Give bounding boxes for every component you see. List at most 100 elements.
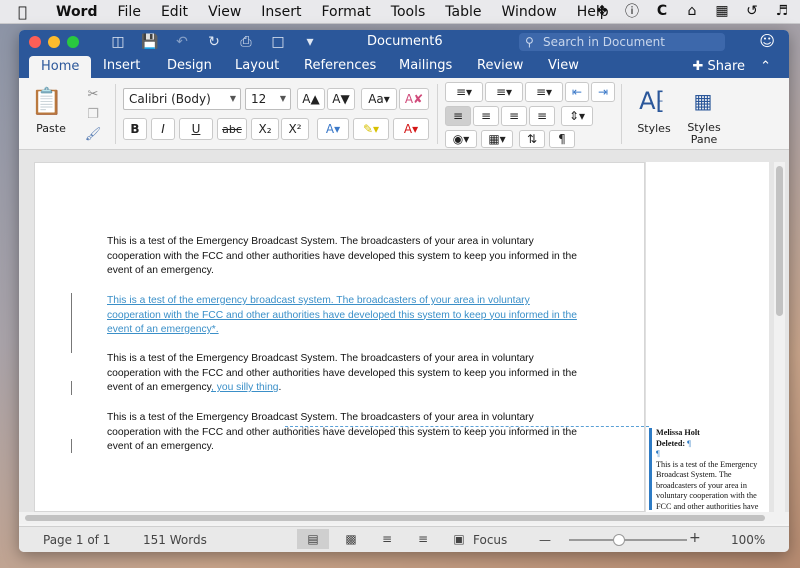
search-placeholder: Search in Document xyxy=(543,35,665,49)
time-machine-icon[interactable]: ↺ xyxy=(742,2,762,20)
menu-table[interactable]: Table xyxy=(445,4,481,20)
volume-icon[interactable]: ♬ xyxy=(772,2,792,20)
decrease-font-size-icon[interactable]: A▼ xyxy=(327,88,355,110)
paragraph-3-text: This is a test of the Emergency Broadcas… xyxy=(107,353,577,393)
highlight-color-icon[interactable]: ✎▾ xyxy=(353,118,389,140)
vertical-scrollbar[interactable] xyxy=(774,162,785,512)
align-right-icon[interactable]: ≡ xyxy=(501,106,527,126)
pilcrow-mark: ¶ xyxy=(656,449,660,458)
tab-references[interactable]: References xyxy=(304,58,376,78)
paragraph-3: This is a test of the Emergency Broadcas… xyxy=(107,352,577,396)
menu-tools[interactable]: Tools xyxy=(391,4,426,20)
styles-gallery-button[interactable]: A⁅ xyxy=(631,84,673,118)
cut-icon[interactable]: ✂ xyxy=(83,84,103,104)
change-case-icon[interactable]: Aa▾ xyxy=(361,88,397,110)
show-formatting-button[interactable]: ¶ xyxy=(549,130,575,148)
tab-home[interactable]: Home xyxy=(29,56,92,78)
web-layout-view-icon[interactable]: ▩ xyxy=(335,529,367,549)
menu-insert[interactable]: Insert xyxy=(261,4,301,20)
sidebar-toggle-icon[interactable]: ◫ xyxy=(109,34,127,50)
page-count[interactable]: Page 1 of 1 xyxy=(43,533,110,547)
print-icon[interactable]: ⎙ xyxy=(237,34,255,50)
subscript-button[interactable]: X₂ xyxy=(251,118,279,140)
horizontal-scrollbar[interactable] xyxy=(19,512,789,524)
underline-button[interactable]: U xyxy=(179,118,213,140)
strikethrough-button[interactable]: abc xyxy=(217,118,247,140)
menu-view[interactable]: View xyxy=(208,4,241,20)
share-button[interactable]: ✚ Share xyxy=(692,59,745,74)
menu-file[interactable]: File xyxy=(118,4,141,20)
tab-design[interactable]: Design xyxy=(167,58,212,78)
dropbox-icon[interactable]: ❖ xyxy=(592,2,612,20)
zoom-slider-knob[interactable] xyxy=(613,534,625,546)
justify-icon[interactable]: ≡ xyxy=(529,106,555,126)
feedback-smiley-icon[interactable]: ☺ xyxy=(759,32,775,50)
undo-icon[interactable]: ↶ xyxy=(173,34,191,50)
bold-button[interactable]: B xyxy=(123,118,147,140)
font-name-select[interactable]: Calibri (Body) ▼ xyxy=(123,88,241,110)
minimize-window-button[interactable] xyxy=(48,36,60,48)
increase-indent-icon[interactable]: ⇥ xyxy=(591,82,615,102)
new-document-icon[interactable]: □ xyxy=(269,34,287,50)
font-size-select[interactable]: 12 ▼ xyxy=(245,88,291,110)
decrease-indent-icon[interactable]: ⇤ xyxy=(565,82,589,102)
window-controls xyxy=(29,36,79,48)
home-icon[interactable]: ⌂ xyxy=(682,2,702,20)
document-page[interactable]: This is a test of the Emergency Broadcas… xyxy=(34,162,645,512)
collapse-ribbon-icon[interactable]: ⌃ xyxy=(760,59,771,74)
line-spacing-icon[interactable]: ⇕▾ xyxy=(561,106,593,126)
tab-mailings[interactable]: Mailings xyxy=(399,58,452,78)
tab-review[interactable]: Review xyxy=(477,58,523,78)
menu-format[interactable]: Format xyxy=(321,4,370,20)
format-painter-icon[interactable]: 🖌 xyxy=(83,124,103,144)
save-icon[interactable]: 💾 xyxy=(141,34,159,50)
vertical-scroll-thumb[interactable] xyxy=(776,166,783,316)
tab-layout[interactable]: Layout xyxy=(235,58,279,78)
tab-insert[interactable]: Insert xyxy=(103,58,140,78)
calendar-icon[interactable]: ▦ xyxy=(712,2,732,20)
print-layout-view-icon[interactable]: ▤ xyxy=(297,529,329,549)
superscript-button[interactable]: X² xyxy=(281,118,309,140)
styles-pane-button[interactable]: ▦ xyxy=(687,84,719,118)
tab-view[interactable]: View xyxy=(548,58,579,78)
zoom-in-button[interactable]: + xyxy=(689,530,701,546)
document-title: Document6 xyxy=(367,34,443,49)
bullets-icon[interactable]: ≡▾ xyxy=(445,82,483,102)
shading-icon[interactable]: ◉▾ xyxy=(445,130,477,148)
close-window-button[interactable] xyxy=(29,36,41,48)
draft-view-icon[interactable]: ≡ xyxy=(407,529,439,549)
zoom-level[interactable]: 100% xyxy=(731,533,765,547)
text-effects-icon[interactable]: A▾ xyxy=(317,118,349,140)
zoom-slider[interactable] xyxy=(569,539,687,541)
ccleaner-icon[interactable]: C xyxy=(652,2,672,20)
apple-menu-icon[interactable]:  xyxy=(18,3,40,21)
font-color-icon[interactable]: A▾ xyxy=(393,118,429,140)
onepassword-icon[interactable]: ⓘ xyxy=(622,2,642,20)
clear-formatting-icon[interactable]: A✘ xyxy=(399,88,429,110)
search-in-document-input[interactable]: ⚲ Search in Document xyxy=(519,33,725,51)
align-left-icon[interactable]: ≡ xyxy=(445,106,471,126)
zoom-out-button[interactable]: — xyxy=(539,533,551,547)
numbering-icon[interactable]: ≡▾ xyxy=(485,82,523,102)
redo-icon[interactable]: ↻ xyxy=(205,34,223,50)
menu-word[interactable]: Word xyxy=(56,4,98,20)
align-center-icon[interactable]: ≡ xyxy=(473,106,499,126)
sort-icon[interactable]: ⇅ xyxy=(519,130,545,148)
multilevel-list-icon[interactable]: ≡▾ xyxy=(525,82,563,102)
increase-font-size-icon[interactable]: A▲ xyxy=(297,88,325,110)
focus-button[interactable]: Focus xyxy=(473,533,507,547)
zoom-window-button[interactable] xyxy=(67,36,79,48)
paste-button[interactable]: 📋 xyxy=(27,84,67,120)
menu-edit[interactable]: Edit xyxy=(161,4,188,20)
outline-view-icon[interactable]: ≡ xyxy=(371,529,403,549)
focus-icon[interactable]: ▣ xyxy=(443,529,475,549)
change-bar xyxy=(71,293,72,353)
word-count[interactable]: 151 Words xyxy=(143,533,207,547)
customize-toolbar-icon[interactable]: ▾ xyxy=(301,34,319,50)
borders-icon[interactable]: ▦▾ xyxy=(481,130,513,148)
revision-balloon[interactable]: Melissa Holt Deleted: ¶ ¶ This is a test… xyxy=(649,428,769,510)
menu-window[interactable]: Window xyxy=(502,4,557,20)
italic-button[interactable]: I xyxy=(151,118,175,140)
horizontal-scroll-thumb[interactable] xyxy=(25,515,765,521)
copy-icon[interactable]: ❐ xyxy=(83,104,103,124)
